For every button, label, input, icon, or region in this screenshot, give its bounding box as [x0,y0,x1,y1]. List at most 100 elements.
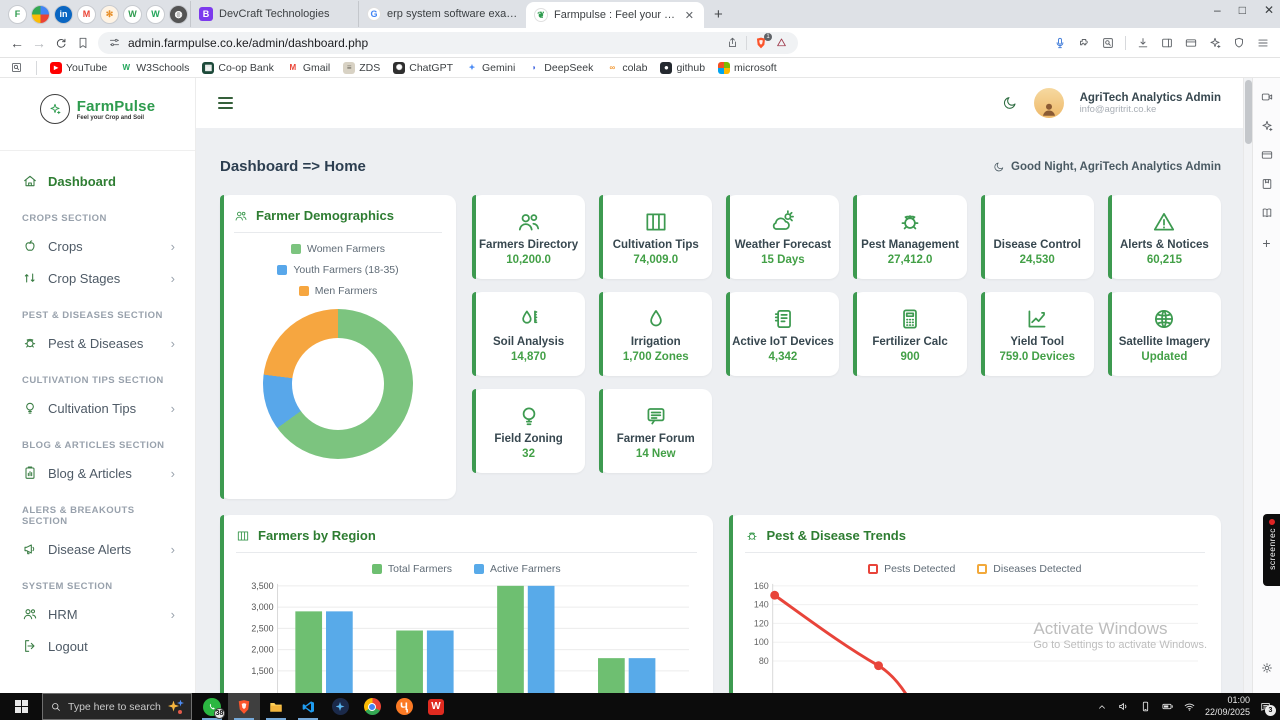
pinned-tab-photos[interactable] [31,5,50,24]
menu-icon[interactable] [1256,36,1270,50]
taskbar-app-brave[interactable] [228,693,260,720]
bookmark-zds[interactable]: ≡ZDS [343,62,380,74]
stat-card-field-zoning[interactable]: Field Zoning32 [472,389,585,473]
pinned-tab-gmail[interactable]: M [77,5,96,24]
sidebar-item-blog-articles[interactable]: Blog & Articles› [22,457,175,489]
stat-card-fertilizer-calc[interactable]: Fertilizer Calc900 [853,292,966,376]
site-settings-icon[interactable] [108,36,121,49]
brave-rewards-icon[interactable] [775,36,788,49]
apps-grid-icon[interactable] [10,61,23,74]
taskbar-app-explorer[interactable] [260,693,292,720]
stat-card-farmers-directory[interactable]: Farmers Directory10,200.0 [472,195,585,279]
leo-ai-icon[interactable] [1208,36,1222,50]
vpn-shield-icon[interactable] [1232,36,1246,50]
line-chart[interactable]: 16014012010080 [745,577,1200,693]
pinned-tab-globe-dark[interactable]: ◍ [169,5,188,24]
settings-gear-icon[interactable] [1260,661,1274,675]
taskbar-app-vscode[interactable] [292,693,324,720]
book-icon[interactable] [1260,206,1274,220]
bookmark-chatgpt[interactable]: ✺ChatGPT [393,62,453,74]
forward-button[interactable]: → [32,35,46,51]
phone-link-icon[interactable] [1139,700,1152,713]
taskbar-app-chrome[interactable] [356,693,388,720]
bar-chart[interactable]: 3,5003,0002,5002,0001,500 [236,577,691,693]
stat-card-farmer-forum[interactable]: Farmer Forum14 New [599,389,712,473]
sidebar-item-dashboard[interactable]: Dashboard [22,165,175,197]
tab-1[interactable]: BDevCraft Technologies [190,1,358,27]
stat-card-disease-control[interactable]: Disease Control24,530 [981,195,1094,279]
sidebar-item-logout[interactable]: Logout [22,630,175,662]
brave-shield-icon[interactable]: 1 [754,36,768,50]
user-info[interactable]: AgriTech Analytics Admin info@agritrit.c… [1080,92,1221,115]
sidebar-item-pest-diseases[interactable]: Pest & Diseases› [22,327,175,359]
video-call-icon[interactable] [1260,90,1274,104]
stat-card-irrigation[interactable]: Irrigation1,700 Zones [599,292,712,376]
maximize-button[interactable]: □ [1239,3,1246,17]
sidebar-item-cultivation-tips[interactable]: Cultivation Tips› [22,392,175,424]
volume-icon[interactable] [1117,700,1130,713]
start-button[interactable] [0,693,42,720]
bookmark-gmail[interactable]: MGmail [287,62,330,74]
notification-center[interactable]: 3 [1259,700,1272,713]
reload-button[interactable] [54,36,68,50]
tab-close-icon[interactable]: ✕ [683,9,696,22]
downloads-icon[interactable] [1136,36,1150,50]
wallet-panel-icon[interactable] [1260,148,1274,162]
close-button[interactable]: ✕ [1264,3,1274,17]
taskbar-app-whatsapp[interactable]: 38 [196,693,228,720]
stat-card-cultivation-tips[interactable]: Cultivation Tips74,009.0 [599,195,712,279]
leo-sparkle-icon[interactable] [1260,119,1274,133]
bookmark-youtube[interactable]: ▸YouTube [50,62,107,74]
taskbar-app-w-red[interactable]: W [420,693,452,720]
reading-list-icon[interactable] [1260,177,1274,191]
bookmark-microsoft[interactable]: microsoft [718,62,777,74]
tab-3[interactable]: ❦Farmpulse : Feel your crops✕ [526,2,704,28]
bookmark-github[interactable]: ●github [660,62,705,74]
bookmark-gemini[interactable]: ✦Gemini [466,62,515,74]
new-tab-button[interactable]: + [714,6,723,23]
pinned-tab-orange-app[interactable]: ✻ [100,5,119,24]
stat-card-yield-tool[interactable]: Yield Tool759.0 Devices [981,292,1094,376]
screenrec-overlay[interactable]: screenrec [1263,514,1280,586]
pinned-tab-w-circle[interactable]: W [123,5,142,24]
bookmark-coop[interactable]: ▦Co-op Bank [202,62,273,74]
sidebar-item-crops[interactable]: Crops› [22,230,175,262]
mic-icon[interactable] [1053,36,1067,50]
taskbar-search[interactable]: Type here to search [42,693,192,720]
url-text[interactable]: admin.farmpulse.co.ke/admin/dashboard.ph… [128,36,719,50]
share-icon[interactable] [726,36,739,49]
address-bar[interactable]: admin.farmpulse.co.ke/admin/dashboard.ph… [98,32,798,54]
sidebar-collapse-icon[interactable] [218,97,233,109]
sidebar-item-disease-alerts[interactable]: Disease Alerts› [22,533,175,565]
stat-card-alerts-notices[interactable]: Alerts & Notices60,215 [1108,195,1221,279]
wifi-icon[interactable] [1183,700,1196,713]
bookmark-icon[interactable] [76,36,90,50]
stat-card-active-iot-devices[interactable]: Active IoT Devices4,342 [726,292,839,376]
stat-card-satellite-imagery[interactable]: Satellite ImageryUpdated [1108,292,1221,376]
extensions-icon[interactable] [1077,36,1091,50]
bookmark-colab[interactable]: ∞colab [606,62,647,74]
search-tabs-icon[interactable] [1101,36,1115,50]
back-button[interactable]: ← [10,35,24,51]
tray-chevron-icon[interactable] [1096,701,1108,713]
taskbar-app-xampp[interactable]: Ҷ [388,693,420,720]
avatar[interactable] [1034,88,1064,118]
pinned-tab-w3schools[interactable]: W [146,5,165,24]
clock[interactable]: 01:00 22/09/2025 [1205,695,1250,718]
stat-card-weather-forecast[interactable]: Weather Forecast15 Days [726,195,839,279]
sidebar-toggle-icon[interactable] [1160,36,1174,50]
stat-card-pest-management[interactable]: Pest Management27,412.0 [853,195,966,279]
farmpulse-logo[interactable]: FarmPulse Feel your Crop and Soil [0,94,195,124]
dark-mode-toggle[interactable] [1002,95,1018,111]
bookmark-w3schools[interactable]: WW3Schools [120,62,189,74]
pinned-tab-farmpulse[interactable]: F [8,5,27,24]
stat-card-soil-analysis[interactable]: Soil Analysis14,870 [472,292,585,376]
demographics-donut-chart[interactable] [263,309,413,459]
sidebar-item-crop-stages[interactable]: Crop Stages› [22,262,175,294]
scrollbar-thumb[interactable] [1245,80,1252,144]
sidebar-item-hrm[interactable]: HRM› [22,598,175,630]
battery-icon[interactable] [1161,700,1174,713]
minimize-button[interactable]: – [1214,3,1221,17]
tab-2[interactable]: Gerp system software examples - Google [358,1,526,27]
page-scrollbar[interactable] [1243,78,1252,693]
